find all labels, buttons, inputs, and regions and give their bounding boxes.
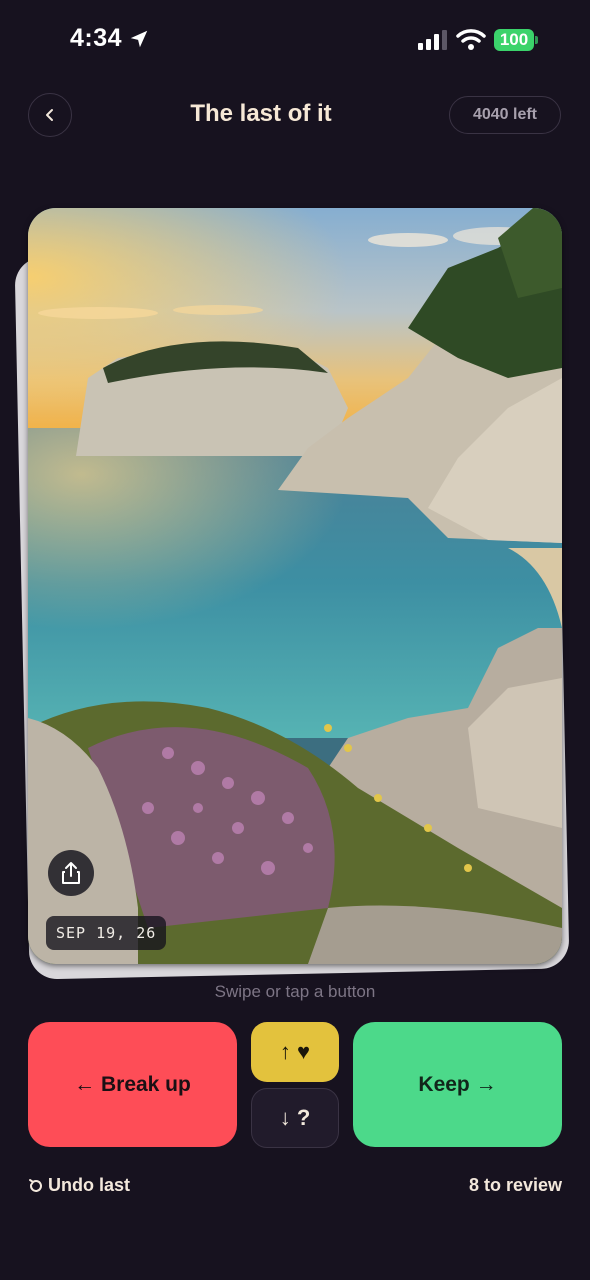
photo-image (28, 208, 562, 964)
share-button[interactable] (48, 850, 94, 896)
swipe-hint: Swipe or tap a button (214, 982, 376, 1001)
battery-icon: 100 (494, 29, 540, 51)
chevron-left-icon (46, 109, 53, 121)
favorite-button[interactable]: ↑ ♥ (251, 1022, 339, 1082)
photo-date: SEP 19, 26 (46, 916, 167, 950)
undo-icon (29, 1178, 42, 1192)
status-time: 4:34 (70, 24, 123, 52)
back-button[interactable] (28, 93, 72, 137)
photo-card[interactable]: SEP 19, 26 (28, 208, 562, 964)
undo-button[interactable]: Undo last (28, 1175, 130, 1196)
unsure-button[interactable]: ↓ ? (251, 1088, 339, 1148)
cellular-signal-icon (418, 30, 447, 50)
wifi-icon (456, 29, 486, 50)
review-count[interactable]: 8 to review (469, 1175, 562, 1196)
page-title: The last of it (190, 100, 332, 127)
status-bar: 4:34 100 (0, 0, 590, 80)
share-icon (62, 862, 80, 884)
location-arrow-icon (130, 30, 148, 48)
break-up-button[interactable]: ← Break up (28, 1022, 237, 1147)
keep-button[interactable]: Keep → (353, 1022, 562, 1147)
remaining-count-badge: 4040 left (449, 96, 561, 134)
undo-label: Undo last (48, 1175, 131, 1195)
battery-level: 100 (494, 29, 534, 51)
